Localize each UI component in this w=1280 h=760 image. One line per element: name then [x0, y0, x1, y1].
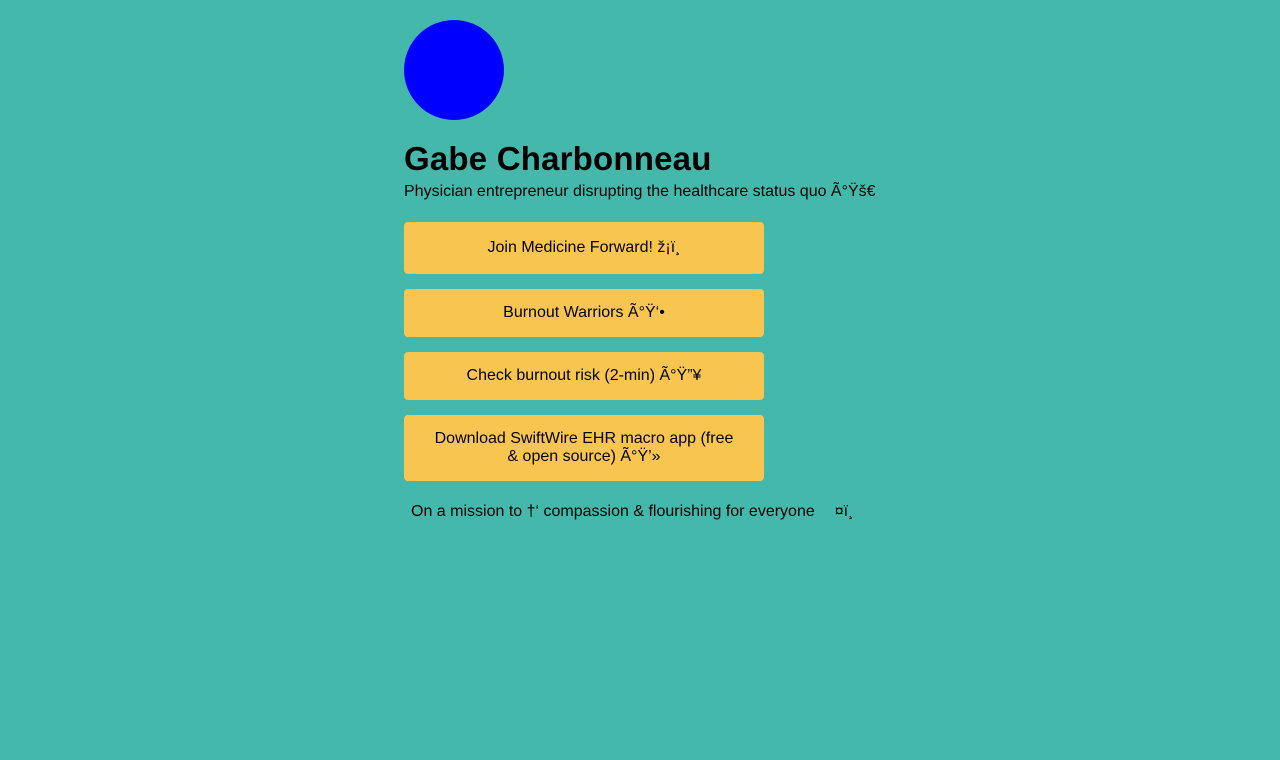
link-label: Join Medicine Forward! ž¡ï¸	[487, 239, 681, 256]
mission-text: On a mission to †‘ compassion & flourish…	[411, 503, 815, 520]
link-label: Download SwiftWire EHR macro app (free &…	[434, 430, 734, 465]
mission-tail: ¤ï¸	[834, 503, 854, 520]
link-button-burnout-risk[interactable]: Check burnout risk (2-min) Ã°Ÿ”¥	[404, 352, 764, 400]
profile-bio: Physician entrepreneur disrupting the he…	[404, 183, 876, 200]
link-button-medicine-forward[interactable]: Join Medicine Forward! ž¡ï¸	[404, 222, 764, 274]
profile-name: Gabe Charbonneau	[404, 140, 712, 177]
link-button-swiftwire-download[interactable]: Download SwiftWire EHR macro app (free &…	[404, 415, 764, 481]
link-list: Join Medicine Forward! ž¡ï¸ Burnout Warr…	[404, 222, 764, 481]
avatar	[404, 20, 504, 120]
link-button-burnout-warriors[interactable]: Burnout Warriors Ã°Ÿ‘•	[404, 289, 764, 337]
link-label: Burnout Warriors Ã°Ÿ‘•	[503, 304, 665, 321]
profile-card: Gabe Charbonneau Physician entrepreneur …	[404, 20, 884, 538]
mission-statement: On a mission to †‘ compassion & flourish…	[404, 502, 884, 522]
link-label: Check burnout risk (2-min) Ã°Ÿ”¥	[466, 367, 702, 384]
